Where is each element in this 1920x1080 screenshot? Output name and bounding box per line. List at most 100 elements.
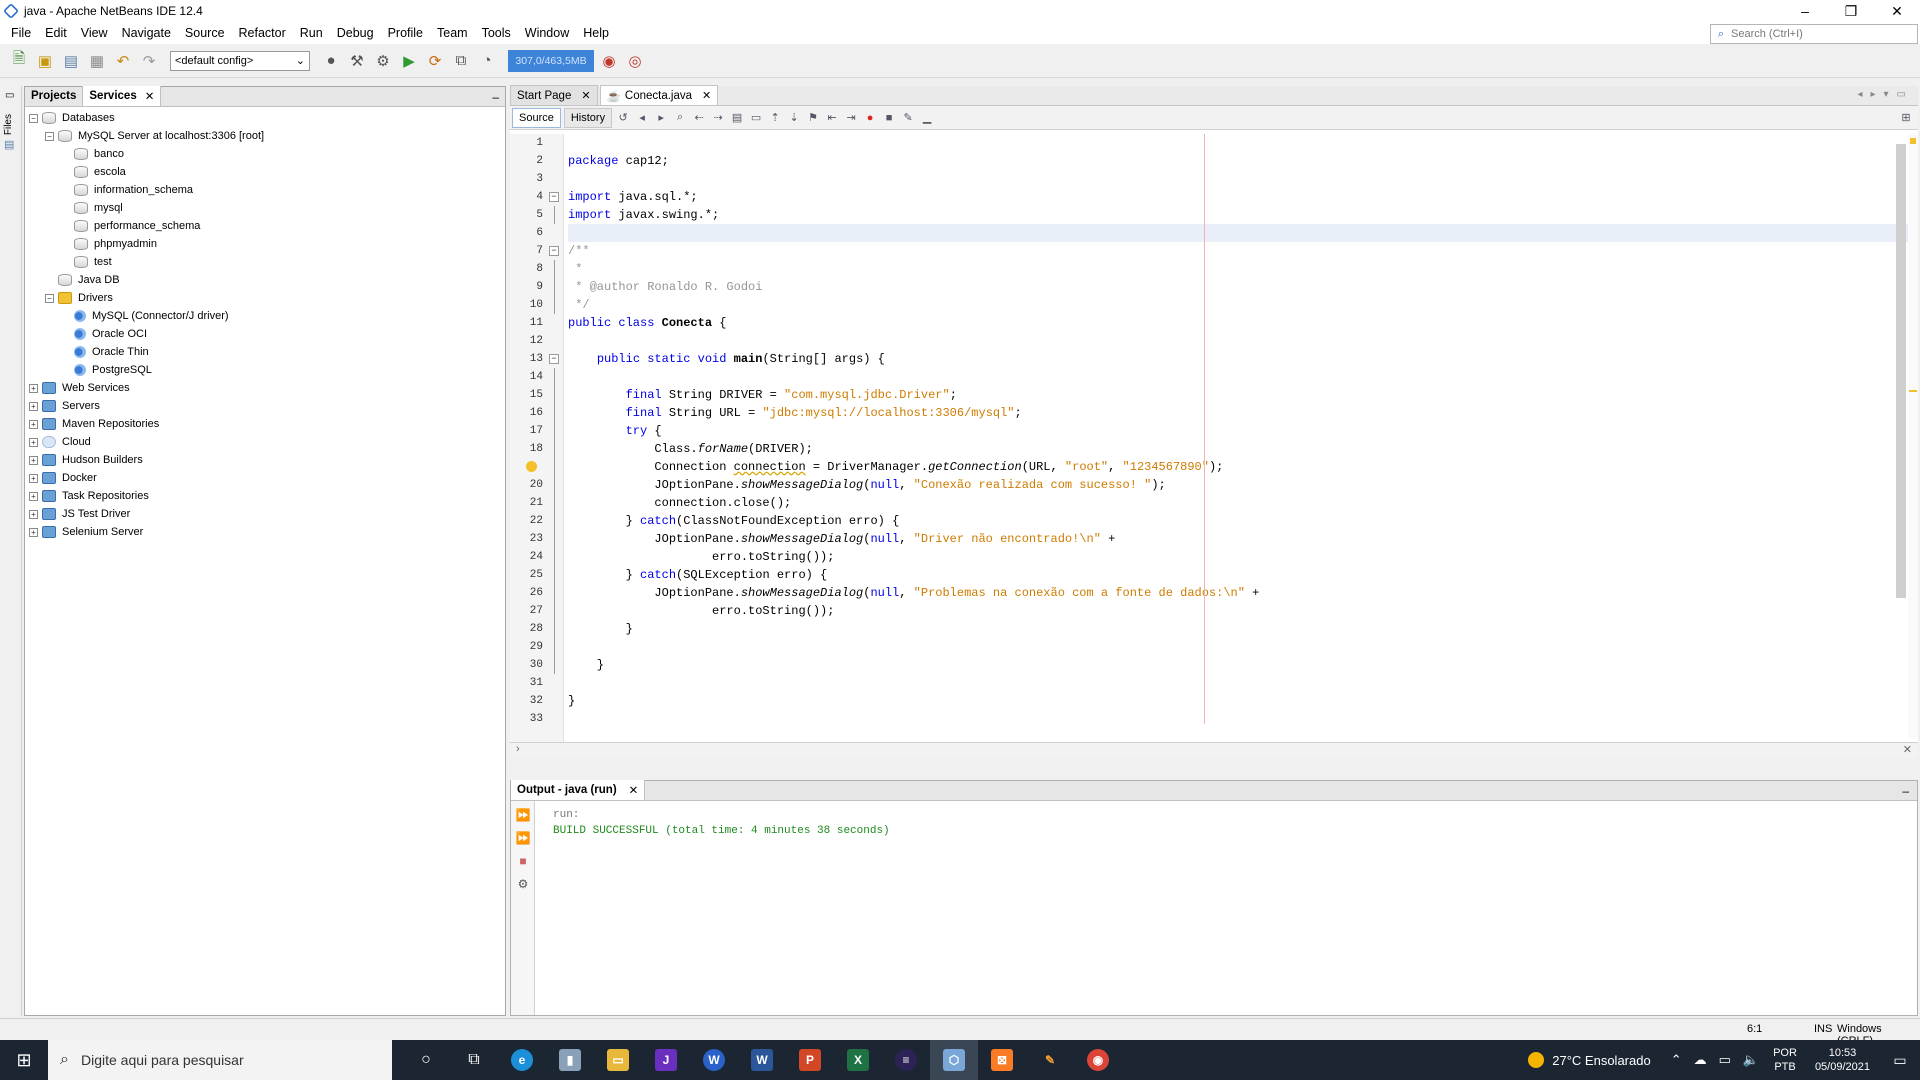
- close-window-button[interactable]: ✕: [1874, 0, 1920, 22]
- code-line[interactable]: }: [568, 620, 1918, 638]
- tree-node[interactable]: Java DB: [25, 271, 505, 289]
- code-line[interactable]: [568, 134, 1918, 152]
- code-line[interactable]: Connection connection = DriverManager.ge…: [568, 458, 1918, 476]
- expand-icon[interactable]: +: [29, 455, 38, 465]
- settings-icon[interactable]: ⚙: [514, 875, 532, 893]
- menu-source[interactable]: Source: [178, 26, 232, 40]
- tab-scroll-arrows[interactable]: ◂▸▾▭: [1857, 89, 1914, 100]
- code-line[interactable]: } catch(ClassNotFoundException erro) {: [568, 512, 1918, 530]
- warning-marker[interactable]: [1909, 390, 1917, 392]
- tree-node[interactable]: Oracle OCI: [25, 325, 505, 343]
- tree-node[interactable]: − Databases: [25, 109, 505, 127]
- edge-browser-icon[interactable]: e: [498, 1040, 546, 1080]
- tree-node[interactable]: mysql: [25, 199, 505, 217]
- memory-usage-indicator[interactable]: 307,0/463,5MB: [508, 49, 594, 72]
- code-line[interactable]: package cap12;: [568, 152, 1918, 170]
- tree-node[interactable]: + Maven Repositories: [25, 415, 505, 433]
- quick-search-input[interactable]: ⌕ Search (Ctrl+I): [1710, 24, 1918, 44]
- volume-icon[interactable]: 🔈: [1743, 1052, 1759, 1068]
- code-line[interactable]: * @author Ronaldo R. Godoi: [568, 278, 1918, 296]
- code-line[interactable]: final String DRIVER = "com.mysql.jdbc.Dr…: [568, 386, 1918, 404]
- menu-team[interactable]: Team: [430, 26, 475, 40]
- gc-run-icon[interactable]: ◎: [624, 50, 646, 72]
- files-side-tab[interactable]: Files: [3, 114, 14, 135]
- expand-icon[interactable]: +: [29, 527, 38, 537]
- code-line[interactable]: [568, 224, 1918, 242]
- tree-node[interactable]: MySQL (Connector/J driver): [25, 307, 505, 325]
- tree-node[interactable]: + Task Repositories: [25, 487, 505, 505]
- close-icon[interactable]: ✕: [1903, 743, 1912, 756]
- expand-icon[interactable]: +: [29, 401, 38, 411]
- restore-window-button[interactable]: ❐: [1828, 0, 1874, 22]
- code-text[interactable]: package cap12; import java.sql.*; import j…: [564, 134, 1918, 742]
- language-indicator[interactable]: POR PTB: [1773, 1046, 1797, 1074]
- menu-file[interactable]: File: [4, 26, 38, 40]
- split-editor-icon[interactable]: ⊞: [1898, 110, 1914, 126]
- scrollbar-thumb[interactable]: [1896, 144, 1906, 598]
- prev-bookmark-icon[interactable]: ⇡: [767, 110, 783, 126]
- fold-toggle-icon[interactable]: −: [549, 246, 559, 256]
- restore-windows-icon[interactable]: ▭: [5, 90, 14, 101]
- code-line[interactable]: /**: [568, 242, 1918, 260]
- code-line[interactable]: [568, 368, 1918, 386]
- code-line[interactable]: try {: [568, 422, 1918, 440]
- stop-macro-icon[interactable]: ■: [881, 110, 897, 126]
- powerpoint-icon[interactable]: P: [786, 1040, 834, 1080]
- close-icon[interactable]: ✕: [145, 89, 155, 103]
- close-icon[interactable]: ✕: [581, 89, 590, 102]
- find-next-icon[interactable]: ⇢: [710, 110, 726, 126]
- code-line[interactable]: erro.toString());: [568, 548, 1918, 566]
- code-line[interactable]: import java.sql.*;: [568, 188, 1918, 206]
- menu-refactor[interactable]: Refactor: [232, 26, 293, 40]
- netbeans-taskbar-icon[interactable]: ⬡: [930, 1040, 978, 1080]
- forward-icon[interactable]: ▸: [653, 110, 669, 126]
- find-icon[interactable]: ⌕: [672, 110, 688, 126]
- open-project-icon[interactable]: ▤: [60, 50, 82, 72]
- collapse-icon[interactable]: −: [45, 293, 54, 303]
- profiler-gauge-icon[interactable]: ◔: [476, 50, 498, 72]
- gc-pause-icon[interactable]: ◉: [598, 50, 620, 72]
- code-line[interactable]: final String URL = "jdbc:mysql://localho…: [568, 404, 1918, 422]
- code-line[interactable]: JOptionPane.showMessageDialog(null, "Dri…: [568, 530, 1918, 548]
- expand-icon[interactable]: +: [29, 473, 38, 483]
- next-bookmark-icon[interactable]: ⇣: [786, 110, 802, 126]
- menu-run[interactable]: Run: [293, 26, 330, 40]
- code-line[interactable]: */: [568, 296, 1918, 314]
- taskbar-clock[interactable]: 10:53 05/09/2021: [1815, 1046, 1870, 1074]
- menu-navigate[interactable]: Navigate: [115, 26, 178, 40]
- tab-services[interactable]: Services ✕: [83, 86, 162, 106]
- lightbulb-warning-icon[interactable]: [526, 461, 537, 472]
- code-line[interactable]: } catch(SQLException erro) {: [568, 566, 1918, 584]
- tree-node[interactable]: + JS Test Driver: [25, 505, 505, 523]
- tree-node[interactable]: + Web Services: [25, 379, 505, 397]
- collapse-icon[interactable]: −: [29, 113, 38, 123]
- shift-left-icon[interactable]: ⇤: [824, 110, 840, 126]
- code-line[interactable]: [568, 710, 1918, 728]
- menu-view[interactable]: View: [74, 26, 115, 40]
- tab-projects[interactable]: Projects: [25, 86, 84, 106]
- tab-conecta-java[interactable]: ☕ Conecta.java ✕: [599, 85, 719, 105]
- menu-edit[interactable]: Edit: [38, 26, 74, 40]
- tree-node[interactable]: − MySQL Server at localhost:3306 [root]: [25, 127, 505, 145]
- redo-icon[interactable]: ↷: [138, 50, 160, 72]
- code-line[interactable]: JOptionPane.showMessageDialog(null, "Pro…: [568, 584, 1918, 602]
- expand-icon[interactable]: +: [29, 491, 38, 501]
- menu-tools[interactable]: Tools: [475, 26, 518, 40]
- rerun-icon[interactable]: ⏩: [514, 806, 532, 824]
- taskbar-search-box[interactable]: ⌕ Digite aqui para pesquisar: [48, 1040, 392, 1080]
- eclipse-icon[interactable]: ≡: [882, 1040, 930, 1080]
- save-all-icon[interactable]: ▦: [86, 50, 108, 72]
- tab-output-run[interactable]: Output - java (run) ✕: [511, 780, 646, 800]
- code-line[interactable]: [568, 170, 1918, 188]
- start-macro-icon[interactable]: ●: [862, 110, 878, 126]
- menu-debug[interactable]: Debug: [330, 26, 381, 40]
- explorer-app-icon[interactable]: ▮: [546, 1040, 594, 1080]
- code-line[interactable]: [568, 638, 1918, 656]
- editor-vertical-scrollbar[interactable]: [1896, 136, 1906, 740]
- tree-node[interactable]: − Drivers: [25, 289, 505, 307]
- code-line[interactable]: }: [568, 656, 1918, 674]
- tree-node[interactable]: Oracle Thin: [25, 343, 505, 361]
- jetbrains-icon[interactable]: J: [642, 1040, 690, 1080]
- tree-node[interactable]: + Selenium Server: [25, 523, 505, 541]
- close-icon[interactable]: ✕: [702, 89, 711, 102]
